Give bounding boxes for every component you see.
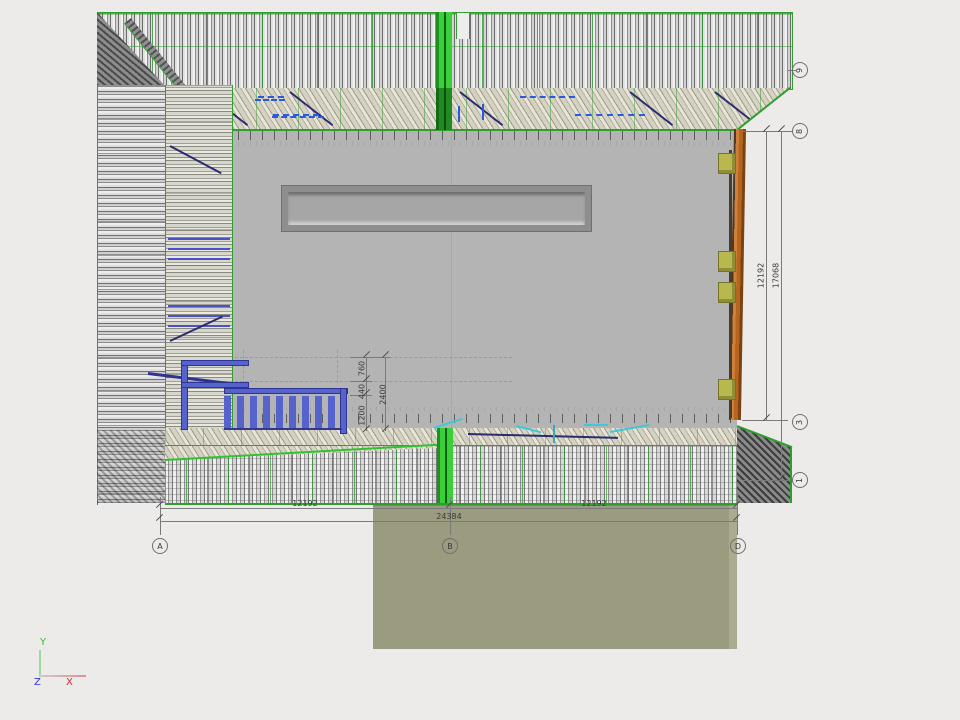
dim-text-right-inner[interactable]: 12192 [757, 259, 766, 293]
purlin-mark [575, 114, 645, 116]
grid-bubble-label: B [447, 542, 453, 551]
dim-text-stair-760[interactable]: 760 [358, 357, 367, 381]
deck-post-teal [553, 425, 555, 443]
stair-stringer [224, 388, 348, 394]
grid-bubble-d[interactable]: D [730, 538, 746, 554]
corner-shadow-bottom-left [97, 430, 165, 503]
girt-clip-yellow[interactable] [718, 282, 736, 303]
grid-bubble-right-3[interactable]: 3 [792, 414, 808, 430]
roof-pit-recess[interactable] [281, 185, 592, 232]
deck-brace-cyan [584, 424, 608, 426]
anchor-ticks-top [238, 131, 735, 140]
dim-text-span-left[interactable]: 12192 [275, 499, 335, 508]
purlin-mark [258, 96, 284, 98]
axis-x-line [39, 675, 86, 677]
stair-rail-top [181, 360, 249, 366]
cad-3d-viewport[interactable]: 12192 12192 24384 A B D 12192 17068 9 8 … [0, 0, 960, 720]
dim-line-right-inner[interactable] [766, 131, 767, 420]
purlin-mark [458, 106, 460, 122]
dim-text-stair-2400[interactable]: 2400 [379, 381, 388, 409]
grid-bubble-a[interactable]: A [152, 538, 168, 554]
girt-blue [168, 248, 230, 250]
grid-bubble-label: D [735, 542, 741, 551]
dim-text-span-right[interactable]: 12192 [564, 499, 624, 508]
dim-line-right-outer[interactable] [781, 131, 782, 480]
grid-bubble-label: 3 [796, 419, 805, 424]
ext-line [742, 131, 792, 132]
axis-y-line [39, 650, 41, 675]
stair-post-left [181, 362, 188, 430]
wall-brace [170, 145, 222, 174]
girt-blue [168, 305, 230, 307]
grid-bubble-label: 9 [796, 67, 805, 72]
grid-bubble-right-8[interactable]: 8 [792, 123, 808, 139]
girt-clip-yellow[interactable] [718, 153, 736, 174]
dim-text-stair-440[interactable]: 440 [358, 380, 367, 404]
column-grid-b-bottom[interactable] [437, 428, 453, 503]
roof-brace [714, 91, 758, 126]
column-grid-b-top-shade [436, 88, 452, 130]
wall-brace [170, 316, 223, 342]
dim-text-right-outer[interactable]: 17068 [772, 259, 781, 293]
purlin-mark [255, 99, 285, 101]
tick-labels-top [238, 142, 735, 146]
ground-slab[interactable] [373, 505, 737, 649]
top-wall-opening [456, 13, 470, 39]
roof-pit-inner [288, 192, 585, 225]
grid-line-b-faint [451, 132, 452, 428]
girt-blue [168, 258, 230, 260]
roof-edge-line [218, 129, 737, 131]
purlin-mark [482, 104, 484, 120]
grid-bubble-right-1[interactable]: 1 [792, 472, 808, 488]
axis-tripod-icon: Y Z X [30, 635, 100, 690]
grid-bubble-b[interactable]: B [442, 538, 458, 554]
girt-clip-yellow[interactable] [718, 379, 736, 400]
purlin-mark [520, 96, 575, 98]
girt-clip-yellow[interactable] [718, 251, 736, 272]
dim-text-stair-1200[interactable]: 1200 [358, 402, 367, 430]
purlin-mark [272, 116, 324, 118]
roof-brace [629, 91, 673, 126]
grid-bubble-label: A [157, 542, 162, 551]
corner-edge-line [790, 448, 792, 503]
roof-brace [289, 91, 333, 126]
stair[interactable] [145, 355, 350, 435]
axis-x-label: X [66, 677, 73, 688]
dim-text-total[interactable]: 24384 [419, 512, 479, 521]
girt-blue [168, 238, 230, 240]
axis-z-label: Z [34, 677, 41, 688]
dim-line-bottom-spans[interactable] [160, 508, 737, 509]
ext-line [742, 480, 790, 481]
grid-bubble-label: 8 [796, 128, 805, 133]
ext-line [350, 357, 390, 358]
grid-bubble-label: 1 [796, 477, 805, 482]
stair-treads[interactable] [224, 396, 342, 430]
grid-bubble-right-9[interactable]: 9 [792, 62, 808, 78]
dim-line-bottom-total[interactable] [160, 521, 737, 522]
axis-y-label: Y [40, 637, 46, 648]
